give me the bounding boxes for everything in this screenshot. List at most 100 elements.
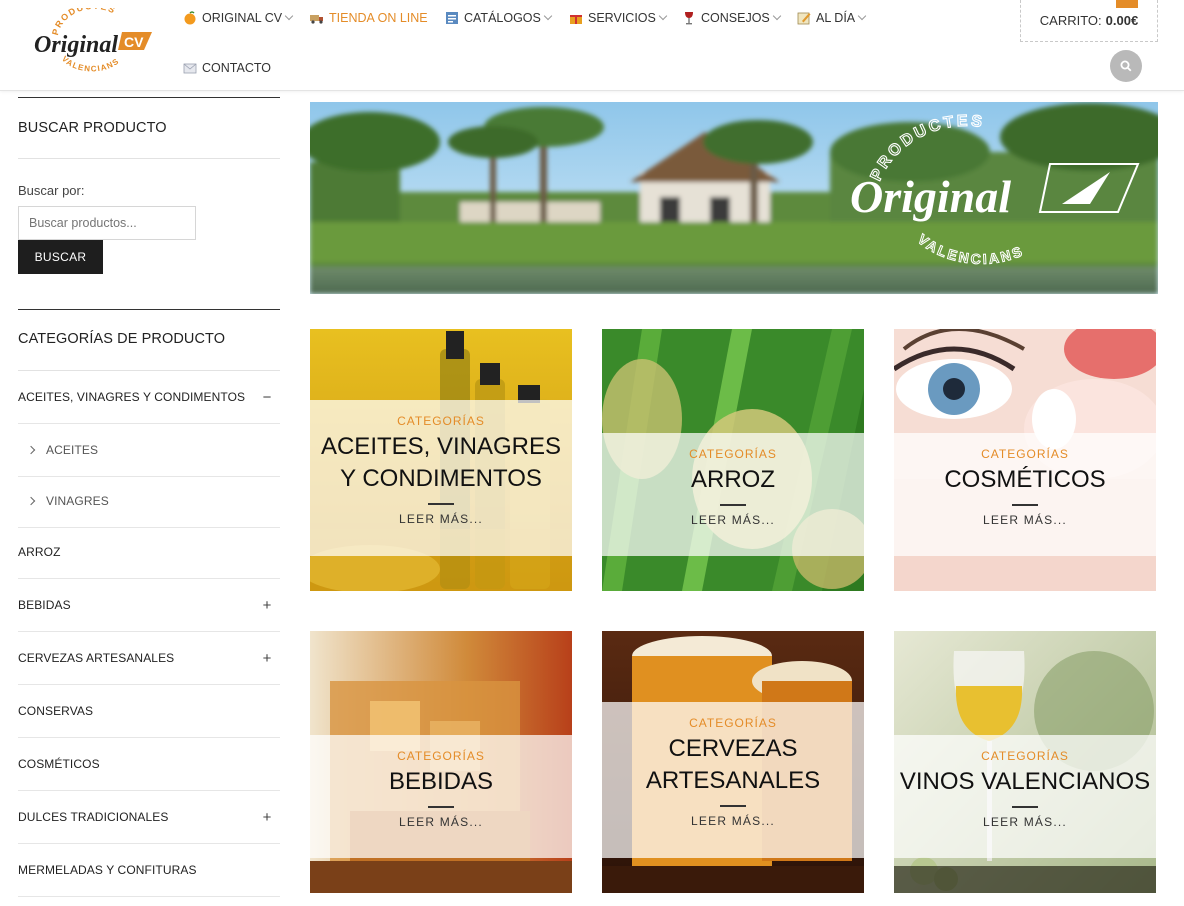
banner-image: PRODUCTES Original CV VALENCIANS — [310, 102, 1158, 294]
category-item-aceites-vinagres-condimentos[interactable]: ACEITES, VINAGRES Y CONDIMENTOS − — [18, 371, 280, 424]
tile-title: ACEITES, VINAGRES Y CONDIMENTOS — [320, 433, 562, 492]
category-tile-cervezas-artesanales[interactable]: CATEGORÍAS CERVEZAS ARTESANALES LEER MÁS… — [602, 631, 864, 893]
collapse-toggle-icon[interactable]: − — [260, 389, 274, 406]
expand-toggle-icon[interactable]: + — [260, 597, 274, 614]
category-item-bebidas[interactable]: BEBIDAS + — [18, 579, 280, 632]
category-tile-vinos-valencianos[interactable]: CATEGORÍAS VINOS VALENCIANOS LEER MÁS... — [894, 631, 1156, 893]
main-nav: ORIGINAL CV TIENDA ON LINE CATÁLOGOS SER… — [183, 0, 1013, 91]
tile-title: VINOS VALENCIANOS — [899, 768, 1151, 795]
tile-divider — [1012, 504, 1038, 506]
search-submit-button[interactable]: BUSCAR — [18, 240, 103, 274]
category-label: CONSERVAS — [18, 704, 94, 718]
nav-item-original-cv[interactable]: ORIGINAL CV — [183, 8, 294, 28]
nav-item-catalogos[interactable]: CATÁLOGOS — [445, 8, 553, 28]
tile-read-more-link[interactable]: LEER MÁS... — [399, 512, 483, 526]
tile-divider — [428, 503, 454, 505]
header-search-button[interactable] — [1110, 50, 1142, 82]
category-label: VINAGRES — [46, 494, 109, 508]
tile-divider — [1012, 806, 1038, 808]
nav-label: CONSEJOS — [701, 11, 770, 25]
nav-item-al-dia[interactable]: AL DÍA — [797, 8, 867, 28]
tile-divider — [720, 805, 746, 807]
category-item-arroz[interactable]: ARROZ — [18, 526, 280, 579]
category-item-aceites[interactable]: ACEITES — [18, 424, 280, 477]
nav-label: CATÁLOGOS — [464, 11, 541, 25]
search-label: Buscar por: — [18, 183, 85, 198]
wine-glass-icon — [685, 12, 693, 25]
cart-button[interactable]: CARRITO: 0.00€ — [1020, 0, 1158, 42]
cart-label: CARRITO: — [1039, 13, 1102, 28]
tile-caption: CATEGORÍAS COSMÉTICOS LEER MÁS... — [894, 433, 1156, 556]
banner-logo-main: Original — [850, 171, 1011, 222]
category-label: ACEITES — [46, 443, 99, 457]
orange-fruit-icon — [184, 11, 196, 25]
chevron-right-icon — [26, 496, 36, 506]
tile-divider — [720, 504, 746, 506]
divider — [18, 309, 280, 310]
categories-widget-title: CATEGORÍAS DE PRODUCTO — [18, 331, 226, 347]
chevron-down-icon — [772, 11, 782, 21]
chevron-down-icon — [857, 11, 867, 21]
nav-label: ORIGINAL CV — [202, 11, 283, 25]
category-tile-bebidas[interactable]: CATEGORÍAS BEBIDAS LEER MÁS... — [310, 631, 572, 893]
tile-title: ARROZ — [691, 466, 775, 493]
divider — [18, 97, 280, 98]
category-label: COSMÉTICOS — [18, 757, 100, 771]
tile-read-more-link[interactable]: LEER MÁS... — [691, 513, 775, 527]
tile-title: BEBIDAS — [388, 768, 494, 795]
search-widget-title: BUSCAR PRODUCTO — [18, 120, 167, 136]
expand-toggle-icon[interactable]: + — [260, 650, 274, 667]
nav-item-contacto[interactable]: CONTACTO — [183, 58, 271, 78]
chevron-down-icon — [658, 11, 668, 21]
category-item-cervezas-artesanales[interactable]: CERVEZAS ARTESANALES + — [18, 632, 280, 685]
nav-item-tienda-online[interactable]: TIENDA ON LINE — [310, 8, 428, 28]
logo-graphic: PRODUCTES Original CV VALENCIANS — [34, 1, 152, 74]
logo-badge-text: CV — [124, 34, 144, 50]
expand-toggle-icon[interactable]: + — [260, 809, 274, 826]
category-item-dulces-tradicionales[interactable]: DULCES TRADICIONALES + — [18, 791, 280, 844]
truck-icon — [310, 15, 323, 24]
nav-label: SERVICIOS — [588, 11, 656, 25]
nav-item-consejos[interactable]: CONSEJOS — [682, 8, 782, 28]
nav-label: CONTACTO — [202, 61, 271, 75]
category-tile-cosmeticos[interactable]: CATEGORÍAS COSMÉTICOS LEER MÁS... — [894, 329, 1156, 591]
category-label: MERMELADAS Y CONFITURAS — [18, 863, 197, 877]
envelope-icon — [183, 63, 197, 74]
catalog-icon — [446, 12, 458, 24]
tile-read-more-link[interactable]: LEER MÁS... — [399, 815, 483, 829]
tile-kicker: CATEGORÍAS — [397, 414, 485, 428]
category-label: CERVEZAS ARTESANALES — [18, 651, 175, 665]
chevron-down-icon — [543, 11, 553, 21]
category-tile-aceites-vinagres-condimentos[interactable]: CATEGORÍAS ACEITES, VINAGRES Y CONDIMENT… — [310, 329, 572, 591]
site-header: PRODUCTES Original CV VALENCIANS ORIGINA… — [0, 0, 1184, 91]
tile-title: COSMÉTICOS — [944, 466, 1106, 493]
site-logo[interactable]: PRODUCTES Original CV VALENCIANS — [28, 1, 156, 80]
nav-label: AL DÍA — [816, 11, 856, 25]
tile-caption: CATEGORÍAS VINOS VALENCIANOS LEER MÁS... — [894, 735, 1156, 858]
tile-divider — [428, 806, 454, 808]
tile-caption: CATEGORÍAS CERVEZAS ARTESANALES LEER MÁS… — [602, 702, 864, 858]
tile-read-more-link[interactable]: LEER MÁS... — [983, 513, 1067, 527]
search-input[interactable] — [18, 206, 196, 240]
hero-banner: PRODUCTES Original CV VALENCIANS — [310, 102, 1158, 294]
category-item-cosmeticos[interactable]: COSMÉTICOS — [18, 738, 280, 791]
chevron-down-icon — [284, 11, 294, 21]
memo-icon — [797, 12, 811, 25]
nav-item-servicios[interactable]: SERVICIOS — [569, 8, 668, 28]
tile-caption: CATEGORÍAS ACEITES, VINAGRES Y CONDIMENT… — [310, 400, 572, 556]
tile-caption: CATEGORÍAS ARROZ LEER MÁS... — [602, 433, 864, 556]
tile-kicker: CATEGORÍAS — [981, 749, 1069, 763]
tile-kicker: CATEGORÍAS — [689, 447, 777, 461]
category-label: ARROZ — [18, 545, 61, 559]
tile-read-more-link[interactable]: LEER MÁS... — [983, 815, 1067, 829]
category-item-mermeladas-confituras[interactable]: MERMELADAS Y CONFITURAS — [18, 844, 280, 897]
search-icon — [1120, 60, 1132, 72]
tile-read-more-link[interactable]: LEER MÁS... — [691, 814, 775, 828]
category-item-conservas[interactable]: CONSERVAS — [18, 685, 280, 738]
category-item-vinagres[interactable]: VINAGRES — [18, 475, 280, 528]
tile-caption: CATEGORÍAS BEBIDAS LEER MÁS... — [310, 735, 572, 858]
nav-label: TIENDA ON LINE — [329, 11, 428, 25]
tile-kicker: CATEGORÍAS — [689, 716, 777, 730]
tile-kicker: CATEGORÍAS — [397, 749, 485, 763]
category-tile-arroz[interactable]: CATEGORÍAS ARROZ LEER MÁS... — [602, 329, 864, 591]
